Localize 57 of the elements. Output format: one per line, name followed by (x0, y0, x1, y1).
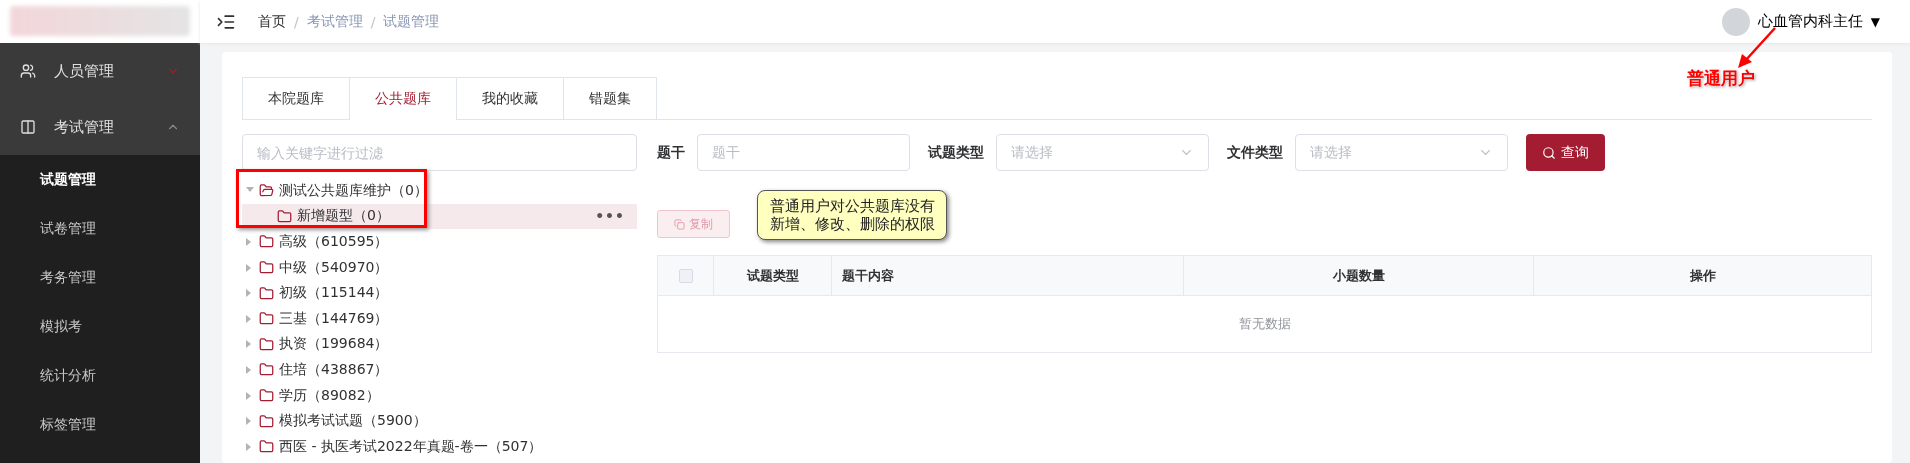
tree-item[interactable]: 住培（438867） (242, 357, 637, 383)
filter-input[interactable]: 输入关键字进行过滤 (242, 134, 637, 171)
menu-item[interactable]: 考试管理 (0, 99, 200, 155)
tree-item[interactable]: 中级（540970） (242, 254, 637, 281)
column-header: 操作 (1688, 266, 1717, 285)
tree-item[interactable]: 测试公共题库维护（0） (242, 178, 637, 204)
tree-item[interactable]: 西医 - 执医考试2022年真题-卷一（507） (242, 433, 637, 460)
tree-item[interactable]: 三基（144769） (242, 305, 637, 332)
folder-icon (259, 183, 274, 199)
folder-icon (259, 362, 274, 378)
folder-icon (259, 413, 274, 429)
submenu-item[interactable]: 标签管理 (0, 400, 200, 449)
users-icon (20, 63, 36, 79)
folder-icon (259, 336, 274, 352)
user-name[interactable]: 心血管内科主任 (1757, 12, 1863, 31)
tree-item[interactable]: 高级（610595） (242, 229, 637, 255)
columns-icon (20, 119, 36, 135)
search-icon (1542, 145, 1556, 160)
folder-icon (259, 260, 274, 276)
column-header: 试题类型 (714, 256, 832, 295)
tab[interactable]: 错题集 (563, 77, 657, 119)
folder-icon (259, 311, 274, 327)
column-header: 题干内容 (832, 256, 1184, 295)
search-button[interactable]: 查询 (1526, 134, 1605, 171)
breadcrumb-separator: / (370, 13, 376, 30)
empty-text: 暂无数据 (658, 295, 1871, 352)
submenu-item[interactable]: 统计分析 (0, 351, 200, 400)
submenu-item[interactable]: 试卷管理 (0, 204, 200, 253)
breadcrumb-item: 首页 (258, 12, 286, 31)
folder-icon (277, 208, 292, 224)
avatar[interactable] (1721, 7, 1750, 36)
field-label: 题干 (657, 143, 685, 162)
field-label: 文件类型 (1227, 143, 1283, 162)
tab[interactable]: 公共题库 (349, 77, 457, 120)
more-icon[interactable]: ••• (595, 208, 625, 225)
submenu-item[interactable]: 模拟考 (0, 302, 200, 351)
annotation-label: 普通用户 (1687, 67, 1755, 90)
callout-note: 普通用户对公共题库没有新增、修改、删除的权限 (757, 190, 947, 240)
tree-item[interactable]: 初级（115144） (242, 280, 637, 306)
caret-icon[interactable]: ▼ (1870, 14, 1880, 29)
folder-icon (259, 439, 274, 455)
folder-icon (259, 234, 274, 250)
tree-item[interactable]: 学历（89082） (242, 382, 637, 409)
submenu-item[interactable]: 考务管理 (0, 253, 200, 302)
copy-icon (674, 218, 685, 230)
tree-item[interactable]: 新增题型（0） ••• (242, 203, 637, 230)
checkbox[interactable] (678, 268, 693, 283)
tab[interactable]: 本院题库 (242, 77, 350, 119)
folder-icon (259, 285, 274, 301)
column-header: 小题数量 (1184, 256, 1534, 295)
tree-item[interactable]: 模拟考试试题（5900） (242, 408, 637, 434)
menu-item[interactable]: 人员管理 (0, 43, 200, 99)
submenu-item[interactable]: 试题管理 (0, 155, 200, 204)
tree-item[interactable]: 执资（199684） (242, 331, 637, 358)
folder-icon (259, 388, 274, 404)
field-label: 试题类型 (928, 143, 984, 162)
breadcrumb-separator: / (294, 13, 299, 30)
